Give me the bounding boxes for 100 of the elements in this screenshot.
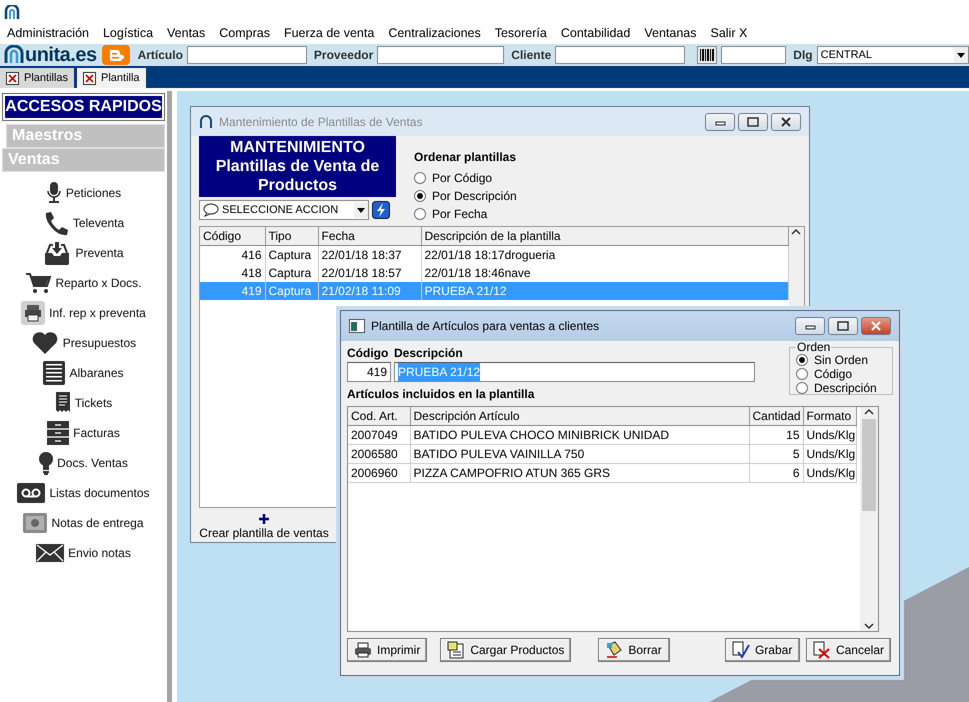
table-cell: 2006960 — [348, 464, 410, 482]
input-field[interactable] — [186, 46, 307, 64]
column-header[interactable]: Descripción de la plantilla — [421, 227, 788, 246]
sidebar-item[interactable]: Reparto x Docs. — [2, 268, 165, 298]
table-cell: 2006580 — [348, 444, 410, 464]
section-title: Artículos incluidos en la plantilla — [347, 386, 536, 403]
sidebar-item[interactable]: Notas de entrega — [2, 508, 165, 538]
table-cell: PIZZA CAMPOFRIO ATUN 365 GRS — [410, 464, 749, 482]
menu-item[interactable]: Compras — [219, 24, 270, 42]
app-logo-icon — [199, 114, 213, 128]
column-header[interactable]: Cantidad — [749, 407, 803, 426]
tab[interactable]: Plantilla — [77, 68, 146, 88]
sidebar-item[interactable]: Facturas — [2, 418, 165, 448]
dialog-button[interactable]: Cargar Productos — [440, 638, 572, 662]
radio-label[interactable]: Por Descripción — [432, 187, 517, 205]
table-cell: Unds/Klg — [803, 444, 856, 464]
input-field[interactable] — [555, 46, 686, 64]
radio-button[interactable] — [796, 368, 808, 380]
document-lines-icon — [43, 361, 66, 385]
dropdown[interactable]: CENTRAL — [816, 46, 969, 64]
menu-item[interactable]: Centralizaciones — [388, 24, 481, 42]
table-cell: BATIDO PULEVA VAINILLA 750 — [410, 444, 749, 464]
table-row[interactable]: 418 Captura 22/01/18 18:57 22/01/18 18:46nave — [200, 264, 788, 282]
lightbulb-icon — [39, 451, 54, 475]
menu-item[interactable]: Contabilidad — [560, 24, 630, 42]
menu-item[interactable]: Tesorería — [494, 24, 547, 42]
close-box-icon[interactable] — [83, 72, 96, 84]
dialog-button[interactable]: Imprimir — [347, 638, 428, 662]
menu-item[interactable]: Logística — [102, 24, 154, 42]
document-cross-icon — [812, 641, 831, 659]
sidebar-item[interactable]: Listas documentos — [2, 478, 165, 508]
sidebar-item[interactable]: Envio notas — [2, 538, 165, 568]
table-cell: Unds/Klg — [803, 464, 856, 482]
menu-item[interactable]: Salir X — [710, 24, 748, 42]
column-header[interactable]: Descripción Artículo — [410, 407, 749, 426]
tab[interactable]: Plantillas — [0, 68, 74, 88]
scrollbar[interactable] — [860, 407, 878, 631]
window-title: Plantilla de Artículos para ventas a clientes — [371, 318, 600, 335]
field-label: Cliente — [511, 47, 552, 64]
sidebar-item[interactable]: Tickets — [2, 388, 165, 418]
column-header[interactable]: Tipo — [265, 227, 318, 246]
menu-item[interactable]: Administración — [7, 24, 89, 42]
barcode-icon[interactable] — [697, 46, 718, 64]
lightning-button-icon[interactable] — [372, 201, 390, 219]
dialog-button[interactable]: Cancelar — [806, 638, 891, 662]
safe-icon — [23, 511, 48, 535]
table-cell: 15 — [749, 426, 803, 444]
create-template-button[interactable]: Crear plantilla de ventas — [199, 508, 329, 542]
table-row[interactable]: 416 Captura 22/01/18 18:37 22/01/18 18:17drogueria — [200, 246, 788, 264]
caret-icon — [354, 202, 368, 218]
dialog-button[interactable]: Grabar — [724, 638, 800, 662]
close-button[interactable] — [861, 317, 891, 335]
scroll-down-icon[interactable] — [864, 621, 874, 631]
column-header[interactable]: Cod. Art. — [348, 407, 410, 426]
minimize-button[interactable] — [795, 317, 825, 335]
sidebar-item[interactable]: Presupuestos — [2, 328, 165, 358]
radio-button[interactable] — [414, 190, 426, 202]
scroll-up-icon[interactable] — [791, 227, 802, 237]
sidebar-item[interactable]: Docs. Ventas — [2, 448, 165, 478]
dialog-button[interactable]: Borrar — [598, 638, 670, 662]
sidebar-item[interactable]: Preventa — [2, 238, 165, 268]
table-cell: Captura — [265, 282, 318, 300]
document-stack-icon — [447, 641, 466, 659]
radio-button[interactable] — [414, 208, 426, 220]
maximize-button[interactable] — [828, 317, 858, 335]
speech-bubble-icon — [203, 203, 219, 217]
radio-label[interactable]: Por Fecha — [432, 205, 488, 223]
group-title: Ordenar plantillas — [414, 149, 517, 166]
sidebar-item[interactable]: Inf. rep x preventa — [2, 298, 165, 328]
plus-icon — [259, 514, 269, 524]
code-field[interactable]: 419 — [347, 362, 391, 382]
group-title: Orden — [796, 341, 832, 353]
radio-label[interactable]: Por Código — [432, 169, 492, 187]
column-header[interactable]: Código — [200, 227, 265, 246]
input-field[interactable] — [377, 46, 504, 64]
sidebar-item[interactable]: Peticiones — [2, 178, 165, 208]
maximize-icon — [745, 116, 761, 128]
menu-item[interactable]: Ventanas — [644, 24, 696, 42]
menu-item[interactable]: Fuerza de venta — [284, 24, 374, 42]
scroll-thumb[interactable] — [862, 419, 876, 511]
radio-button[interactable] — [796, 354, 808, 366]
action-dropdown[interactable]: SELECCIONE ACCION — [199, 200, 369, 220]
maximize-button[interactable] — [738, 112, 768, 130]
field-label: Descripción — [394, 345, 463, 362]
logo-text: unita.es — [25, 45, 97, 65]
sidebar-item[interactable]: Albaranes — [2, 358, 165, 388]
column-header[interactable]: Fecha — [318, 227, 421, 246]
minimize-button[interactable] — [705, 112, 735, 130]
sidebar-item[interactable]: Televenta — [2, 208, 165, 238]
app-logo-icon — [4, 4, 20, 21]
input-field[interactable] — [721, 46, 786, 64]
radio-button[interactable] — [414, 172, 426, 184]
radio-button[interactable] — [796, 382, 808, 394]
close-box-icon[interactable] — [6, 72, 19, 84]
scroll-up-icon[interactable] — [864, 407, 874, 417]
table-cell: 5 — [749, 444, 803, 464]
menu-item[interactable]: Ventas — [167, 24, 206, 42]
voicemail-icon — [17, 483, 46, 503]
column-header[interactable]: Formato — [803, 407, 856, 426]
close-button[interactable] — [771, 112, 801, 130]
